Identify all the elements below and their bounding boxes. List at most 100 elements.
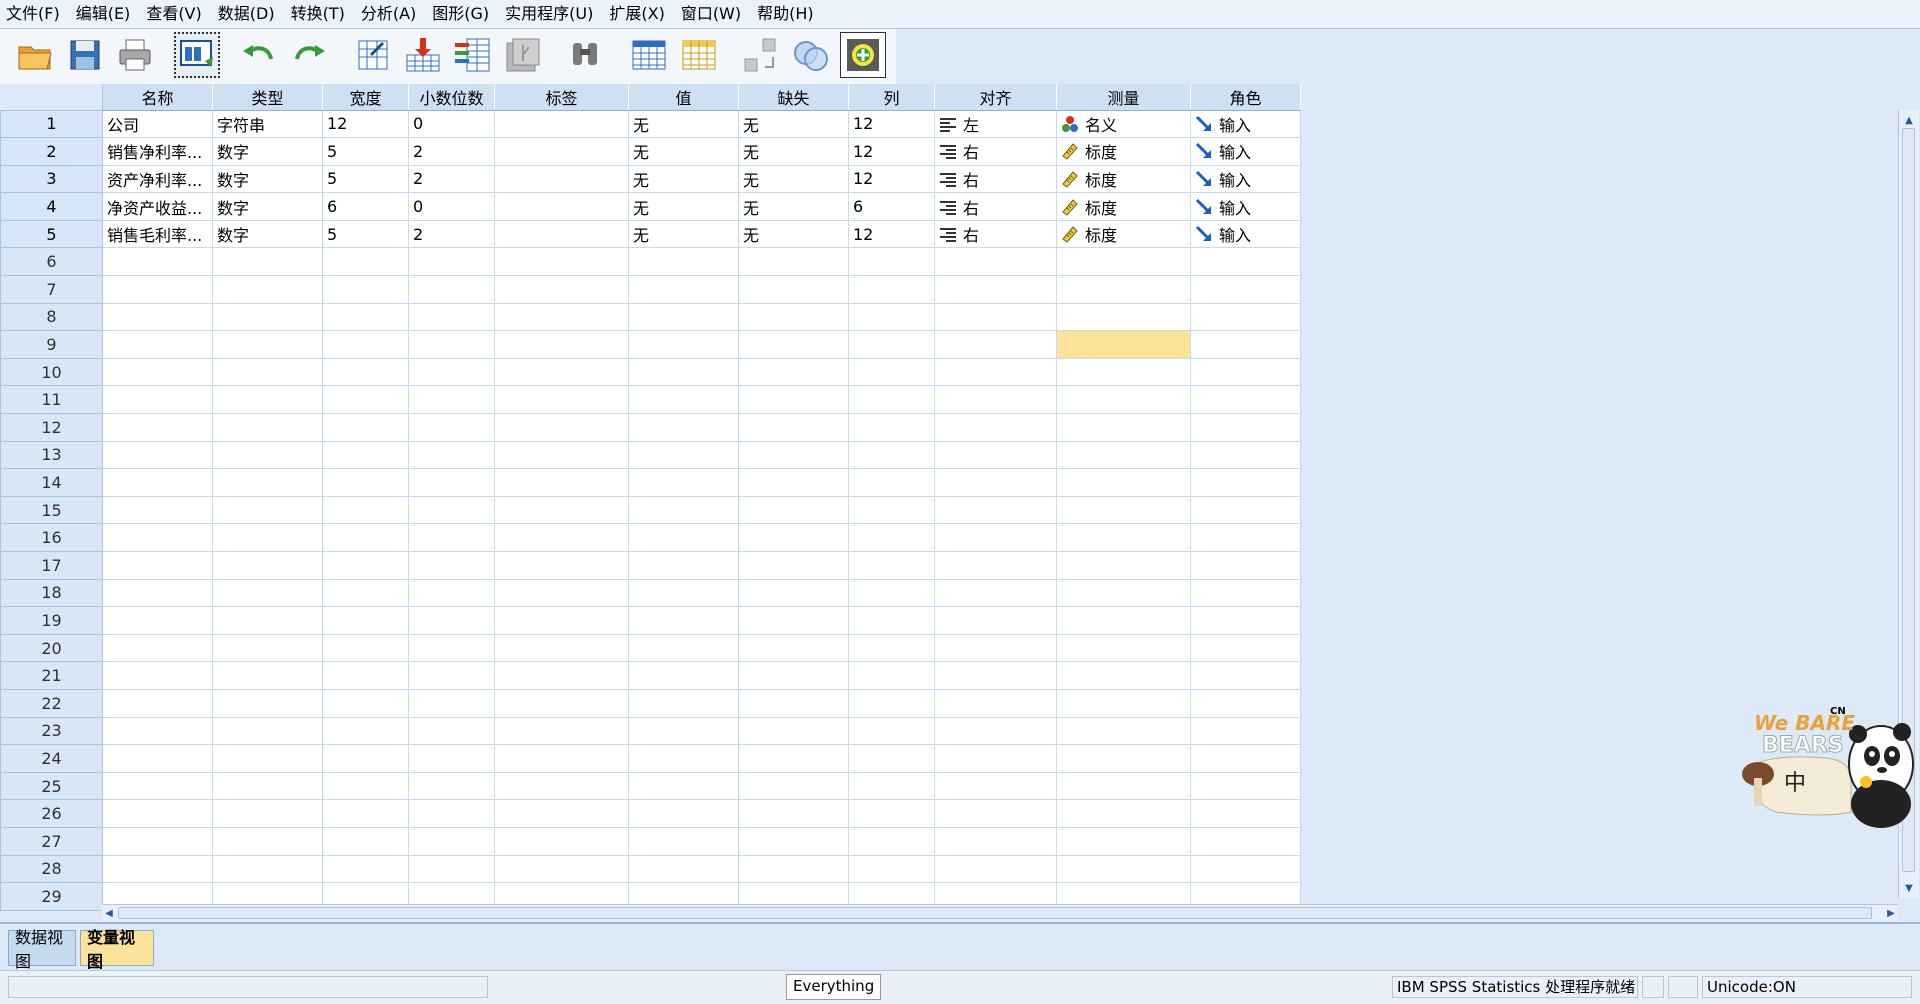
goto-variable-icon[interactable]	[400, 32, 446, 78]
empty-cell[interactable]	[408, 826, 495, 856]
empty-cell[interactable]	[494, 302, 629, 332]
empty-cell[interactable]	[494, 440, 629, 470]
cell-width[interactable]: 6	[322, 192, 409, 221]
column-header[interactable]: 值	[628, 84, 739, 111]
cell-missing[interactable]: 无	[738, 109, 849, 139]
empty-cell[interactable]	[934, 551, 1057, 580]
empty-cell[interactable]	[102, 771, 213, 801]
row-number[interactable]: 29	[0, 882, 103, 911]
cell-columns[interactable]: 12	[848, 109, 935, 139]
cell-type[interactable]: 字符串	[212, 109, 323, 139]
empty-cell[interactable]	[102, 302, 213, 332]
cell-name[interactable]: 净资产收益...	[102, 192, 213, 221]
tab-variable-view[interactable]: 变量视图	[80, 928, 154, 971]
row-number[interactable]: 12	[0, 413, 103, 442]
cell-values[interactable]: 无	[628, 219, 739, 249]
cell-decimals[interactable]: 2	[408, 219, 495, 249]
empty-cell[interactable]	[1190, 688, 1301, 718]
empty-cell[interactable]	[1190, 440, 1301, 470]
empty-cell[interactable]	[628, 275, 739, 304]
empty-cell[interactable]	[934, 606, 1057, 635]
empty-cell[interactable]	[934, 771, 1057, 801]
empty-cell[interactable]	[212, 716, 323, 746]
cell-label[interactable]	[494, 192, 629, 221]
empty-cell[interactable]	[494, 275, 629, 304]
variables-icon[interactable]	[450, 32, 496, 78]
cell-label[interactable]	[494, 109, 629, 139]
cell-align[interactable]: 左	[934, 109, 1057, 139]
empty-cell[interactable]	[212, 247, 323, 277]
column-header[interactable]: 类型	[212, 84, 323, 111]
cell-name[interactable]: 销售毛利率...	[102, 219, 213, 249]
empty-cell[interactable]	[322, 633, 409, 663]
empty-cell[interactable]	[848, 275, 935, 304]
row-number[interactable]: 21	[0, 661, 103, 690]
menu-item-10[interactable]: 帮助(H)	[749, 0, 822, 28]
empty-cell[interactable]	[102, 551, 213, 580]
empty-cell[interactable]	[408, 468, 495, 497]
empty-cell[interactable]	[738, 633, 849, 663]
menu-item-2[interactable]: 查看(V)	[138, 0, 209, 28]
row-number[interactable]: 6	[0, 247, 103, 277]
empty-cell[interactable]	[934, 826, 1057, 856]
cell-missing[interactable]: 无	[738, 164, 849, 194]
empty-cell[interactable]	[408, 247, 495, 277]
empty-cell[interactable]	[848, 330, 935, 359]
empty-cell[interactable]	[322, 688, 409, 718]
empty-cell[interactable]	[1190, 247, 1301, 277]
empty-cell[interactable]	[848, 771, 935, 801]
empty-cell[interactable]	[848, 302, 935, 332]
empty-cell[interactable]	[628, 247, 739, 277]
empty-cell[interactable]	[628, 854, 739, 884]
menu-item-1[interactable]: 编辑(E)	[68, 0, 139, 28]
undo-icon[interactable]	[236, 32, 282, 78]
empty-cell[interactable]	[1056, 551, 1191, 580]
row-number[interactable]: 26	[0, 799, 103, 828]
cell-align[interactable]: 右	[934, 192, 1057, 221]
column-header[interactable]: 对齐	[934, 84, 1057, 111]
empty-cell[interactable]	[102, 716, 213, 746]
row-number[interactable]: 15	[0, 495, 103, 525]
empty-cell[interactable]	[738, 688, 849, 718]
empty-cell[interactable]	[738, 468, 849, 497]
empty-cell[interactable]	[848, 413, 935, 442]
cell-width[interactable]: 5	[322, 219, 409, 249]
empty-cell[interactable]	[408, 578, 495, 608]
empty-cell[interactable]	[102, 468, 213, 497]
empty-cell[interactable]	[738, 578, 849, 608]
empty-cell[interactable]	[1056, 661, 1191, 690]
empty-cell[interactable]	[322, 661, 409, 690]
empty-cell[interactable]	[102, 606, 213, 635]
empty-cell[interactable]	[1190, 357, 1301, 387]
row-number[interactable]: 5	[0, 219, 103, 249]
empty-cell[interactable]	[322, 799, 409, 828]
empty-cell[interactable]	[628, 551, 739, 580]
column-header[interactable]: 测量	[1056, 84, 1191, 111]
empty-cell[interactable]	[322, 854, 409, 884]
empty-cell[interactable]	[848, 633, 935, 663]
redo-icon[interactable]	[286, 32, 332, 78]
empty-cell[interactable]	[408, 275, 495, 304]
empty-cell[interactable]	[1056, 771, 1191, 801]
insert-cases-icon[interactable]	[626, 32, 672, 78]
empty-cell[interactable]	[408, 302, 495, 332]
empty-cell[interactable]	[848, 578, 935, 608]
empty-cell[interactable]	[1056, 854, 1191, 884]
empty-cell[interactable]	[212, 330, 323, 359]
empty-cell[interactable]	[1190, 661, 1301, 690]
cell-type[interactable]: 数字	[212, 192, 323, 221]
empty-cell[interactable]	[738, 854, 849, 884]
empty-cell[interactable]	[408, 385, 495, 415]
row-number[interactable]: 19	[0, 606, 103, 635]
empty-cell[interactable]	[408, 606, 495, 635]
empty-cell[interactable]	[738, 606, 849, 635]
save-icon[interactable]	[62, 32, 108, 78]
cell-missing[interactable]: 无	[738, 137, 849, 166]
menu-item-7[interactable]: 实用程序(U)	[497, 0, 601, 28]
empty-cell[interactable]	[494, 468, 629, 497]
empty-cell[interactable]	[1190, 523, 1301, 552]
empty-cell[interactable]	[102, 854, 213, 884]
cell-width[interactable]: 5	[322, 164, 409, 194]
row-number[interactable]: 3	[0, 164, 103, 194]
cell-name[interactable]: 资产净利率...	[102, 164, 213, 194]
